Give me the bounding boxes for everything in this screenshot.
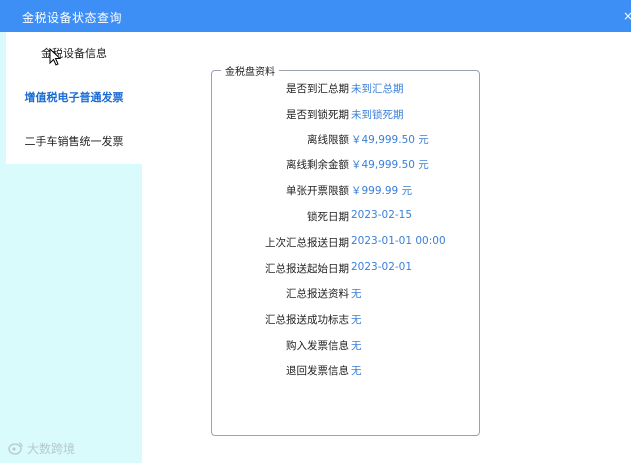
info-row: 购入发票信息 无 <box>212 338 480 354</box>
info-label: 锁死日期 <box>307 211 349 223</box>
info-value: 未到汇总期 <box>351 83 404 95</box>
info-label: 汇总报送资料 <box>286 288 349 300</box>
info-value: 2023-02-01 <box>351 261 413 273</box>
info-label: 退回发票信息 <box>286 365 349 377</box>
info-label: 汇总报送起始日期 <box>265 263 349 275</box>
info-row: 是否到锁死期 未到锁死期 <box>212 107 480 123</box>
window-title: 金税设备状态查询 <box>22 11 123 25</box>
sidebar-item-vat-e-invoice[interactable]: 增值税电子普通发票 <box>6 76 142 120</box>
info-row: 离线剩余金额 ￥49,999.50 元 <box>212 157 480 173</box>
info-value: 无 <box>351 288 362 300</box>
info-row: 汇总报送起始日期 2023-02-01 <box>212 261 480 277</box>
info-label: 是否到汇总期 <box>286 83 349 95</box>
watermark-text: 大数跨境 <box>27 442 76 456</box>
info-value: 2023-01-01 00:00 <box>351 235 446 247</box>
sidebar-item-device-info[interactable]: 金税设备信息 <box>6 32 142 76</box>
info-row: 单张开票限额 ￥999.99 元 <box>212 183 480 199</box>
info-label: 单张开票限额 <box>286 185 349 197</box>
tax-disk-info-panel <box>211 70 480 436</box>
info-value: ￥49,999.50 元 <box>351 159 429 171</box>
info-value: 未到锁死期 <box>351 109 404 121</box>
info-value: ￥49,999.50 元 <box>351 134 429 146</box>
info-label: 离线剩余金额 <box>286 159 349 171</box>
panel-legend: 金税盘资料 <box>221 63 279 78</box>
info-value: 无 <box>351 340 362 352</box>
info-row: 上次汇总报送日期 2023-01-01 00:00 <box>212 235 480 251</box>
watermark: 大数跨境 <box>8 440 75 457</box>
mouse-cursor-icon <box>49 48 61 66</box>
info-value: ￥999.99 元 <box>351 185 413 197</box>
info-row: 锁死日期 2023-02-15 <box>212 209 480 225</box>
info-value: 无 <box>351 314 362 326</box>
info-label: 购入发票信息 <box>286 340 349 352</box>
info-row: 是否到汇总期 未到汇总期 <box>212 81 480 97</box>
info-value: 2023-02-15 <box>351 209 413 221</box>
info-value: 无 <box>351 365 362 377</box>
sidebar-item-label: 增值税电子普通发票 <box>24 91 124 104</box>
info-label: 离线限额 <box>307 134 349 146</box>
info-label: 上次汇总报送日期 <box>265 237 349 249</box>
info-row: 退回发票信息 无 <box>212 363 480 379</box>
watermark-logo-icon <box>8 442 23 455</box>
info-row: 汇总报送成功标志 无 <box>212 312 480 328</box>
close-icon[interactable]: × <box>623 9 631 23</box>
info-label: 是否到锁死期 <box>286 109 349 121</box>
info-label: 汇总报送成功标志 <box>265 314 349 326</box>
sidebar-item-label: 二手车销售统一发票 <box>24 135 124 148</box>
window-titlebar: 金税设备状态查询 × <box>0 0 631 32</box>
info-row: 汇总报送资料 无 <box>212 286 480 302</box>
info-row: 离线限额 ￥49,999.50 元 <box>212 132 480 148</box>
sidebar-item-used-car-invoice[interactable]: 二手车销售统一发票 <box>6 120 142 164</box>
